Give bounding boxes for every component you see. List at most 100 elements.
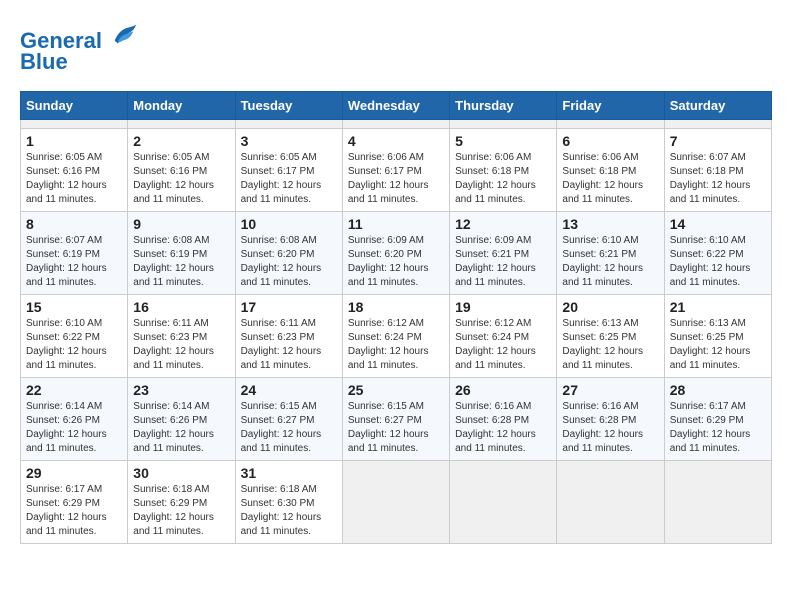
- logo: General Blue: [20, 20, 138, 75]
- calendar-day-cell: 16 Sunrise: 6:11 AMSunset: 6:23 PMDayligh…: [128, 295, 235, 378]
- calendar-day-cell: 1 Sunrise: 6:05 AMSunset: 6:16 PMDaylight…: [21, 129, 128, 212]
- calendar-week-row: [21, 120, 772, 129]
- weekday-header-monday: Monday: [128, 92, 235, 120]
- calendar-day-cell: 26 Sunrise: 6:16 AMSunset: 6:28 PMDayligh…: [450, 378, 557, 461]
- calendar-week-row: 15 Sunrise: 6:10 AMSunset: 6:22 PMDayligh…: [21, 295, 772, 378]
- day-number: 23: [133, 382, 229, 398]
- day-info: Sunrise: 6:15 AMSunset: 6:27 PMDaylight:…: [348, 400, 444, 456]
- day-info: Sunrise: 6:13 AMSunset: 6:25 PMDaylight:…: [562, 317, 658, 373]
- day-number: 17: [241, 299, 337, 315]
- calendar-day-cell: 4 Sunrise: 6:06 AMSunset: 6:17 PMDaylight…: [342, 129, 449, 212]
- day-number: 22: [26, 382, 122, 398]
- calendar-day-cell: 7 Sunrise: 6:07 AMSunset: 6:18 PMDaylight…: [664, 129, 771, 212]
- weekday-header-thursday: Thursday: [450, 92, 557, 120]
- calendar-day-cell: 23Sunrise: 6:14 AMSunset: 6:26 PMDayligh…: [128, 378, 235, 461]
- calendar-day-cell: [450, 120, 557, 129]
- calendar-week-row: 1 Sunrise: 6:05 AMSunset: 6:16 PMDaylight…: [21, 129, 772, 212]
- calendar-day-cell: [235, 120, 342, 129]
- day-info: Sunrise: 6:11 AMSunset: 6:23 PMDaylight:…: [133, 317, 229, 373]
- weekday-header-tuesday: Tuesday: [235, 92, 342, 120]
- calendar-week-row: 8Sunrise: 6:07 AMSunset: 6:19 PMDaylight…: [21, 212, 772, 295]
- day-info: Sunrise: 6:16 AMSunset: 6:28 PMDaylight:…: [562, 400, 658, 456]
- calendar-day-cell: [557, 120, 664, 129]
- calendar-week-row: 29 Sunrise: 6:17 AMSunset: 6:29 PMDayligh…: [21, 461, 772, 544]
- day-number: 1: [26, 133, 122, 149]
- calendar-day-cell: [342, 461, 449, 544]
- day-number: 21: [670, 299, 766, 315]
- day-info: Sunrise: 6:06 AMSunset: 6:17 PMDaylight:…: [348, 151, 444, 207]
- calendar-day-cell: 28 Sunrise: 6:17 AMSunset: 6:29 PMDayligh…: [664, 378, 771, 461]
- calendar-day-cell: 31 Sunrise: 6:18 AMSunset: 6:30 PMDayligh…: [235, 461, 342, 544]
- day-number: 12: [455, 216, 551, 232]
- calendar-day-cell: 27 Sunrise: 6:16 AMSunset: 6:28 PMDayligh…: [557, 378, 664, 461]
- day-info: Sunrise: 6:08 AMSunset: 6:19 PMDaylight:…: [133, 234, 229, 290]
- day-info: Sunrise: 6:15 AMSunset: 6:27 PMDaylight:…: [241, 400, 337, 456]
- day-number: 25: [348, 382, 444, 398]
- day-info: Sunrise: 6:14 AMSunset: 6:26 PMDaylight:…: [26, 400, 122, 456]
- day-info: Sunrise: 6:09 AMSunset: 6:21 PMDaylight:…: [455, 234, 551, 290]
- day-number: 30: [133, 465, 229, 481]
- day-number: 16: [133, 299, 229, 315]
- day-number: 8: [26, 216, 122, 232]
- day-info: Sunrise: 6:18 AMSunset: 6:30 PMDaylight:…: [241, 483, 337, 539]
- calendar-day-cell: 11 Sunrise: 6:09 AMSunset: 6:20 PMDayligh…: [342, 212, 449, 295]
- day-info: Sunrise: 6:09 AMSunset: 6:20 PMDaylight:…: [348, 234, 444, 290]
- calendar-day-cell: 3 Sunrise: 6:05 AMSunset: 6:17 PMDaylight…: [235, 129, 342, 212]
- day-number: 4: [348, 133, 444, 149]
- weekday-header-sunday: Sunday: [21, 92, 128, 120]
- day-number: 3: [241, 133, 337, 149]
- day-info: Sunrise: 6:13 AMSunset: 6:25 PMDaylight:…: [670, 317, 766, 373]
- day-number: 2: [133, 133, 229, 149]
- day-number: 7: [670, 133, 766, 149]
- day-number: 29: [26, 465, 122, 481]
- day-number: 13: [562, 216, 658, 232]
- calendar-day-cell: [557, 461, 664, 544]
- day-number: 28: [670, 382, 766, 398]
- calendar-day-cell: 29 Sunrise: 6:17 AMSunset: 6:29 PMDayligh…: [21, 461, 128, 544]
- calendar-day-cell: 30Sunrise: 6:18 AMSunset: 6:29 PMDayligh…: [128, 461, 235, 544]
- calendar-day-cell: 2Sunrise: 6:05 AMSunset: 6:16 PMDaylight…: [128, 129, 235, 212]
- day-number: 18: [348, 299, 444, 315]
- calendar-week-row: 22 Sunrise: 6:14 AMSunset: 6:26 PMDayligh…: [21, 378, 772, 461]
- calendar-day-cell: 5Sunrise: 6:06 AMSunset: 6:18 PMDaylight…: [450, 129, 557, 212]
- logo-bird-icon: [110, 20, 138, 48]
- calendar-day-cell: 24 Sunrise: 6:15 AMSunset: 6:27 PMDayligh…: [235, 378, 342, 461]
- weekday-header-saturday: Saturday: [664, 92, 771, 120]
- day-number: 31: [241, 465, 337, 481]
- day-info: Sunrise: 6:05 AMSunset: 6:17 PMDaylight:…: [241, 151, 337, 207]
- calendar-day-cell: 19Sunrise: 6:12 AMSunset: 6:24 PMDayligh…: [450, 295, 557, 378]
- day-info: Sunrise: 6:07 AMSunset: 6:18 PMDaylight:…: [670, 151, 766, 207]
- day-number: 27: [562, 382, 658, 398]
- weekday-header-wednesday: Wednesday: [342, 92, 449, 120]
- weekday-header-row: SundayMondayTuesdayWednesdayThursdayFrid…: [21, 92, 772, 120]
- calendar-day-cell: 14Sunrise: 6:10 AMSunset: 6:22 PMDayligh…: [664, 212, 771, 295]
- page-header: General Blue: [20, 20, 772, 75]
- day-info: Sunrise: 6:06 AMSunset: 6:18 PMDaylight:…: [455, 151, 551, 207]
- day-number: 15: [26, 299, 122, 315]
- calendar-day-cell: [664, 120, 771, 129]
- day-number: 9: [133, 216, 229, 232]
- day-number: 11: [348, 216, 444, 232]
- calendar-day-cell: 17 Sunrise: 6:11 AMSunset: 6:23 PMDayligh…: [235, 295, 342, 378]
- calendar-day-cell: [128, 120, 235, 129]
- calendar-day-cell: [450, 461, 557, 544]
- calendar-table: SundayMondayTuesdayWednesdayThursdayFrid…: [20, 91, 772, 544]
- day-info: Sunrise: 6:17 AMSunset: 6:29 PMDaylight:…: [26, 483, 122, 539]
- day-number: 6: [562, 133, 658, 149]
- day-info: Sunrise: 6:17 AMSunset: 6:29 PMDaylight:…: [670, 400, 766, 456]
- day-info: Sunrise: 6:08 AMSunset: 6:20 PMDaylight:…: [241, 234, 337, 290]
- calendar-day-cell: 22 Sunrise: 6:14 AMSunset: 6:26 PMDayligh…: [21, 378, 128, 461]
- day-number: 26: [455, 382, 551, 398]
- calendar-day-cell: 10 Sunrise: 6:08 AMSunset: 6:20 PMDayligh…: [235, 212, 342, 295]
- day-info: Sunrise: 6:10 AMSunset: 6:22 PMDaylight:…: [26, 317, 122, 373]
- calendar-day-cell: 25 Sunrise: 6:15 AMSunset: 6:27 PMDayligh…: [342, 378, 449, 461]
- day-number: 19: [455, 299, 551, 315]
- day-info: Sunrise: 6:05 AMSunset: 6:16 PMDaylight:…: [26, 151, 122, 207]
- day-number: 24: [241, 382, 337, 398]
- day-info: Sunrise: 6:12 AMSunset: 6:24 PMDaylight:…: [348, 317, 444, 373]
- calendar-day-cell: [342, 120, 449, 129]
- day-info: Sunrise: 6:11 AMSunset: 6:23 PMDaylight:…: [241, 317, 337, 373]
- calendar-day-cell: 21 Sunrise: 6:13 AMSunset: 6:25 PMDayligh…: [664, 295, 771, 378]
- day-number: 10: [241, 216, 337, 232]
- day-info: Sunrise: 6:16 AMSunset: 6:28 PMDaylight:…: [455, 400, 551, 456]
